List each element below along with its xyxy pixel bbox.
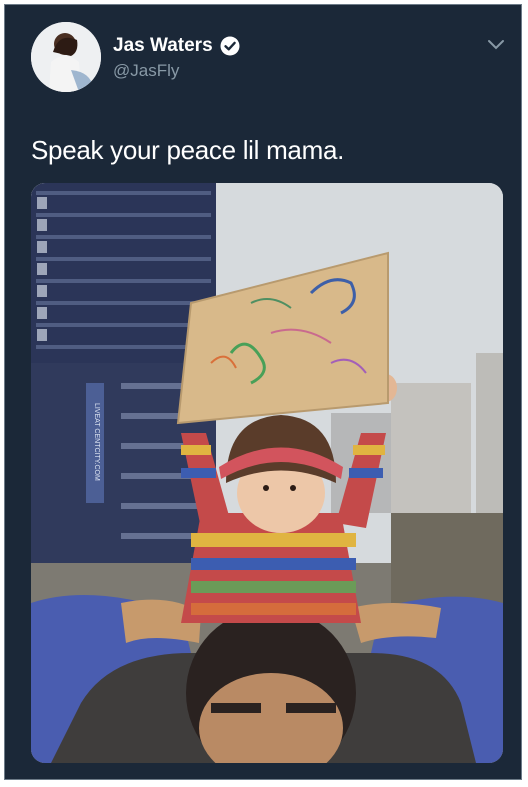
chevron-down-icon[interactable]: [487, 39, 505, 51]
author-row: Jas Waters: [113, 35, 240, 57]
tweet-card: Jas Waters @JasFly Speak your peace lil …: [4, 4, 522, 780]
avatar[interactable]: [31, 22, 101, 92]
building-sign-text: LIVEAT CENTCITY.COM: [93, 403, 100, 481]
tweet-text: Speak your peace lil mama.: [31, 135, 345, 165]
author-handle[interactable]: @JasFly: [113, 61, 179, 81]
photo-illustration: LIVEAT CENTCITY.COM: [31, 183, 503, 763]
avatar-image: [31, 22, 101, 92]
verified-badge-icon: [220, 36, 240, 56]
tweet-photo[interactable]: LIVEAT CENTCITY.COM: [31, 183, 503, 763]
author-display-name[interactable]: Jas Waters: [113, 35, 213, 57]
